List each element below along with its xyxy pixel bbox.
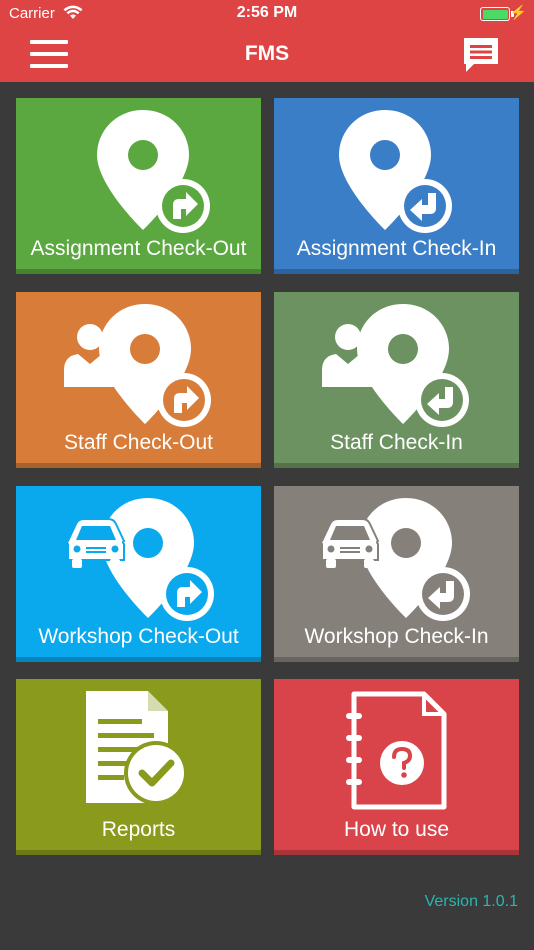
page-title: FMS bbox=[244, 42, 290, 65]
tile-label: Staff Check-Out bbox=[63, 431, 213, 454]
tile-workshop-checkin[interactable]: Workshop Check-In bbox=[274, 486, 519, 662]
tile-label: Workshop Check-Out bbox=[38, 625, 239, 648]
tile-label: Staff Check-In bbox=[330, 431, 463, 454]
tile-staff-checkout[interactable]: Staff Check-Out bbox=[16, 292, 261, 468]
tile-assignment-checkout[interactable]: Assignment Check-Out bbox=[16, 98, 261, 274]
status-bar: Carrier 2:56 PM ⚡ bbox=[0, 0, 534, 28]
tile-how-to-use[interactable]: How to use bbox=[274, 679, 519, 855]
tile-reports[interactable]: Reports bbox=[16, 679, 261, 855]
status-time: 2:56 PM bbox=[236, 4, 298, 21]
charging-icon: ⚡ bbox=[509, 4, 527, 20]
tile-assignment-checkin[interactable]: Assignment Check-In bbox=[274, 98, 519, 274]
battery-icon bbox=[480, 7, 510, 21]
tile-workshop-checkout[interactable]: Workshop Check-Out bbox=[16, 486, 261, 662]
tile-label: Reports bbox=[101, 818, 176, 841]
tile-label: Assignment Check-In bbox=[296, 237, 497, 260]
version-label: Version 1.0.1 bbox=[424, 893, 518, 910]
tile-label: Workshop Check-In bbox=[304, 625, 489, 648]
tile-label: Assignment Check-Out bbox=[30, 237, 247, 260]
app-header: Carrier 2:56 PM ⚡ FMS bbox=[0, 0, 534, 82]
tile-label: How to use bbox=[343, 818, 450, 841]
chat-message-icon[interactable] bbox=[462, 36, 500, 74]
tile-staff-checkin[interactable]: Staff Check-In bbox=[274, 292, 519, 468]
